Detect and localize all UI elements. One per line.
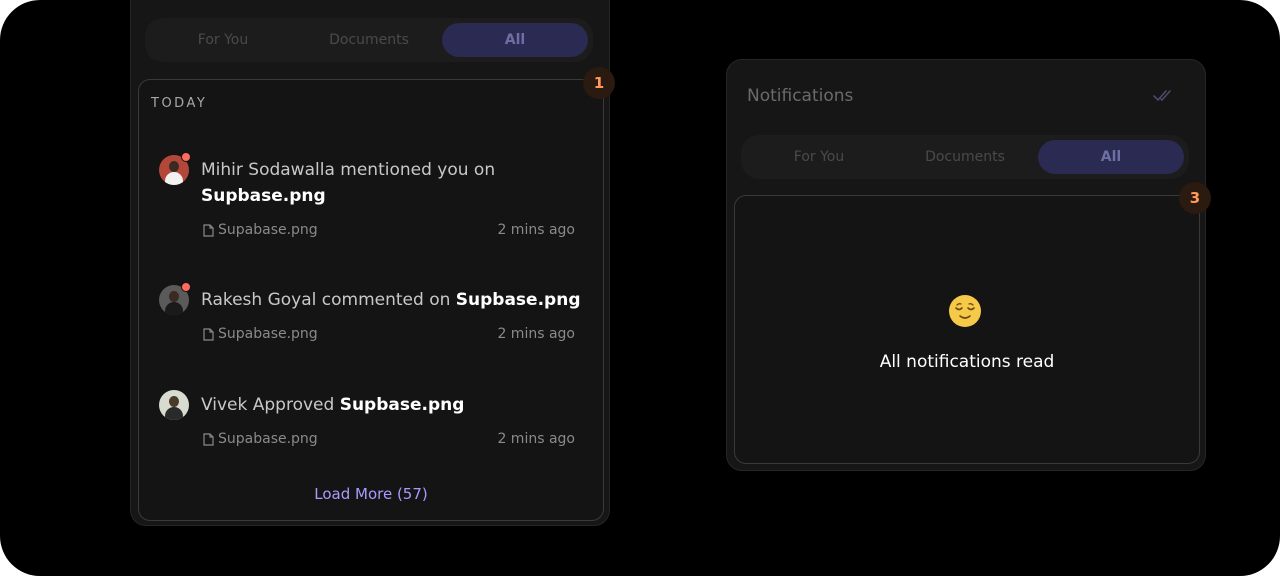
- tab-all[interactable]: All: [1038, 140, 1184, 174]
- tab-documents[interactable]: Documents: [892, 140, 1038, 174]
- tab-for-you[interactable]: For You: [150, 23, 296, 57]
- mark-all-read-icon[interactable]: [1153, 88, 1175, 104]
- tab-bar: For You Documents All: [145, 18, 593, 62]
- load-more-button[interactable]: Load More (57): [139, 485, 603, 503]
- avatar-body: [165, 302, 183, 315]
- notification-message: Mihir Sodawalla mentioned you on: [201, 160, 496, 180]
- tab-bar: For You Documents All: [741, 135, 1189, 179]
- notification-text: Rakesh Goyal commented on Supbase.png: [201, 287, 581, 313]
- file-row[interactable]: Supabase.png: [203, 326, 318, 342]
- notification-list: TODAY Mihir Sodawalla mentioned you on S…: [138, 79, 604, 521]
- notification-file-link[interactable]: Supbase.png: [340, 395, 465, 415]
- avatar: [159, 390, 189, 420]
- avatar-body: [165, 407, 183, 420]
- relieved-face-icon: [949, 295, 981, 327]
- notification-file-link[interactable]: Supbase.png: [456, 290, 581, 310]
- tab-documents[interactable]: Documents: [296, 23, 442, 57]
- file-name: Supabase.png: [218, 222, 318, 238]
- file-row[interactable]: Supabase.png: [203, 222, 318, 238]
- empty-state-message: All notifications read: [879, 352, 1055, 372]
- panel-title: Notifications: [747, 86, 854, 106]
- file-icon: [203, 327, 214, 341]
- step-badge: 1: [583, 67, 615, 99]
- unread-dot: [181, 152, 191, 162]
- step-badge: 3: [1179, 182, 1211, 214]
- file-icon: [203, 432, 214, 446]
- screen-canvas: For You Documents All TODAY Mihir Sodawa…: [0, 0, 1280, 576]
- notification-message: Vivek Approved: [201, 395, 340, 415]
- file-icon: [203, 223, 214, 237]
- notification-file-link[interactable]: Supbase.png: [201, 186, 326, 206]
- notifications-panel-list: For You Documents All TODAY Mihir Sodawa…: [130, 0, 615, 526]
- tab-for-you[interactable]: For You: [746, 140, 892, 174]
- empty-state: All notifications read: [734, 195, 1200, 464]
- notification-text: Mihir Sodawalla mentioned you on Supbase…: [201, 157, 581, 209]
- avatar-body: [165, 172, 183, 185]
- tab-all[interactable]: All: [442, 23, 588, 57]
- file-name: Supabase.png: [218, 326, 318, 342]
- timestamp: 2 mins ago: [497, 222, 575, 238]
- notifications-panel-empty: Notifications For You Documents All All …: [726, 59, 1211, 471]
- avatar-head: [169, 396, 179, 407]
- unread-dot: [181, 282, 191, 292]
- avatar-head: [169, 161, 179, 172]
- timestamp: 2 mins ago: [497, 431, 575, 447]
- avatar-head: [169, 291, 179, 302]
- file-row[interactable]: Supabase.png: [203, 431, 318, 447]
- file-name: Supabase.png: [218, 431, 318, 447]
- notification-text: Vivek Approved Supbase.png: [201, 392, 581, 418]
- timestamp: 2 mins ago: [497, 326, 575, 342]
- notification-message: Rakesh Goyal commented on: [201, 290, 456, 310]
- section-label-today: TODAY: [151, 96, 208, 111]
